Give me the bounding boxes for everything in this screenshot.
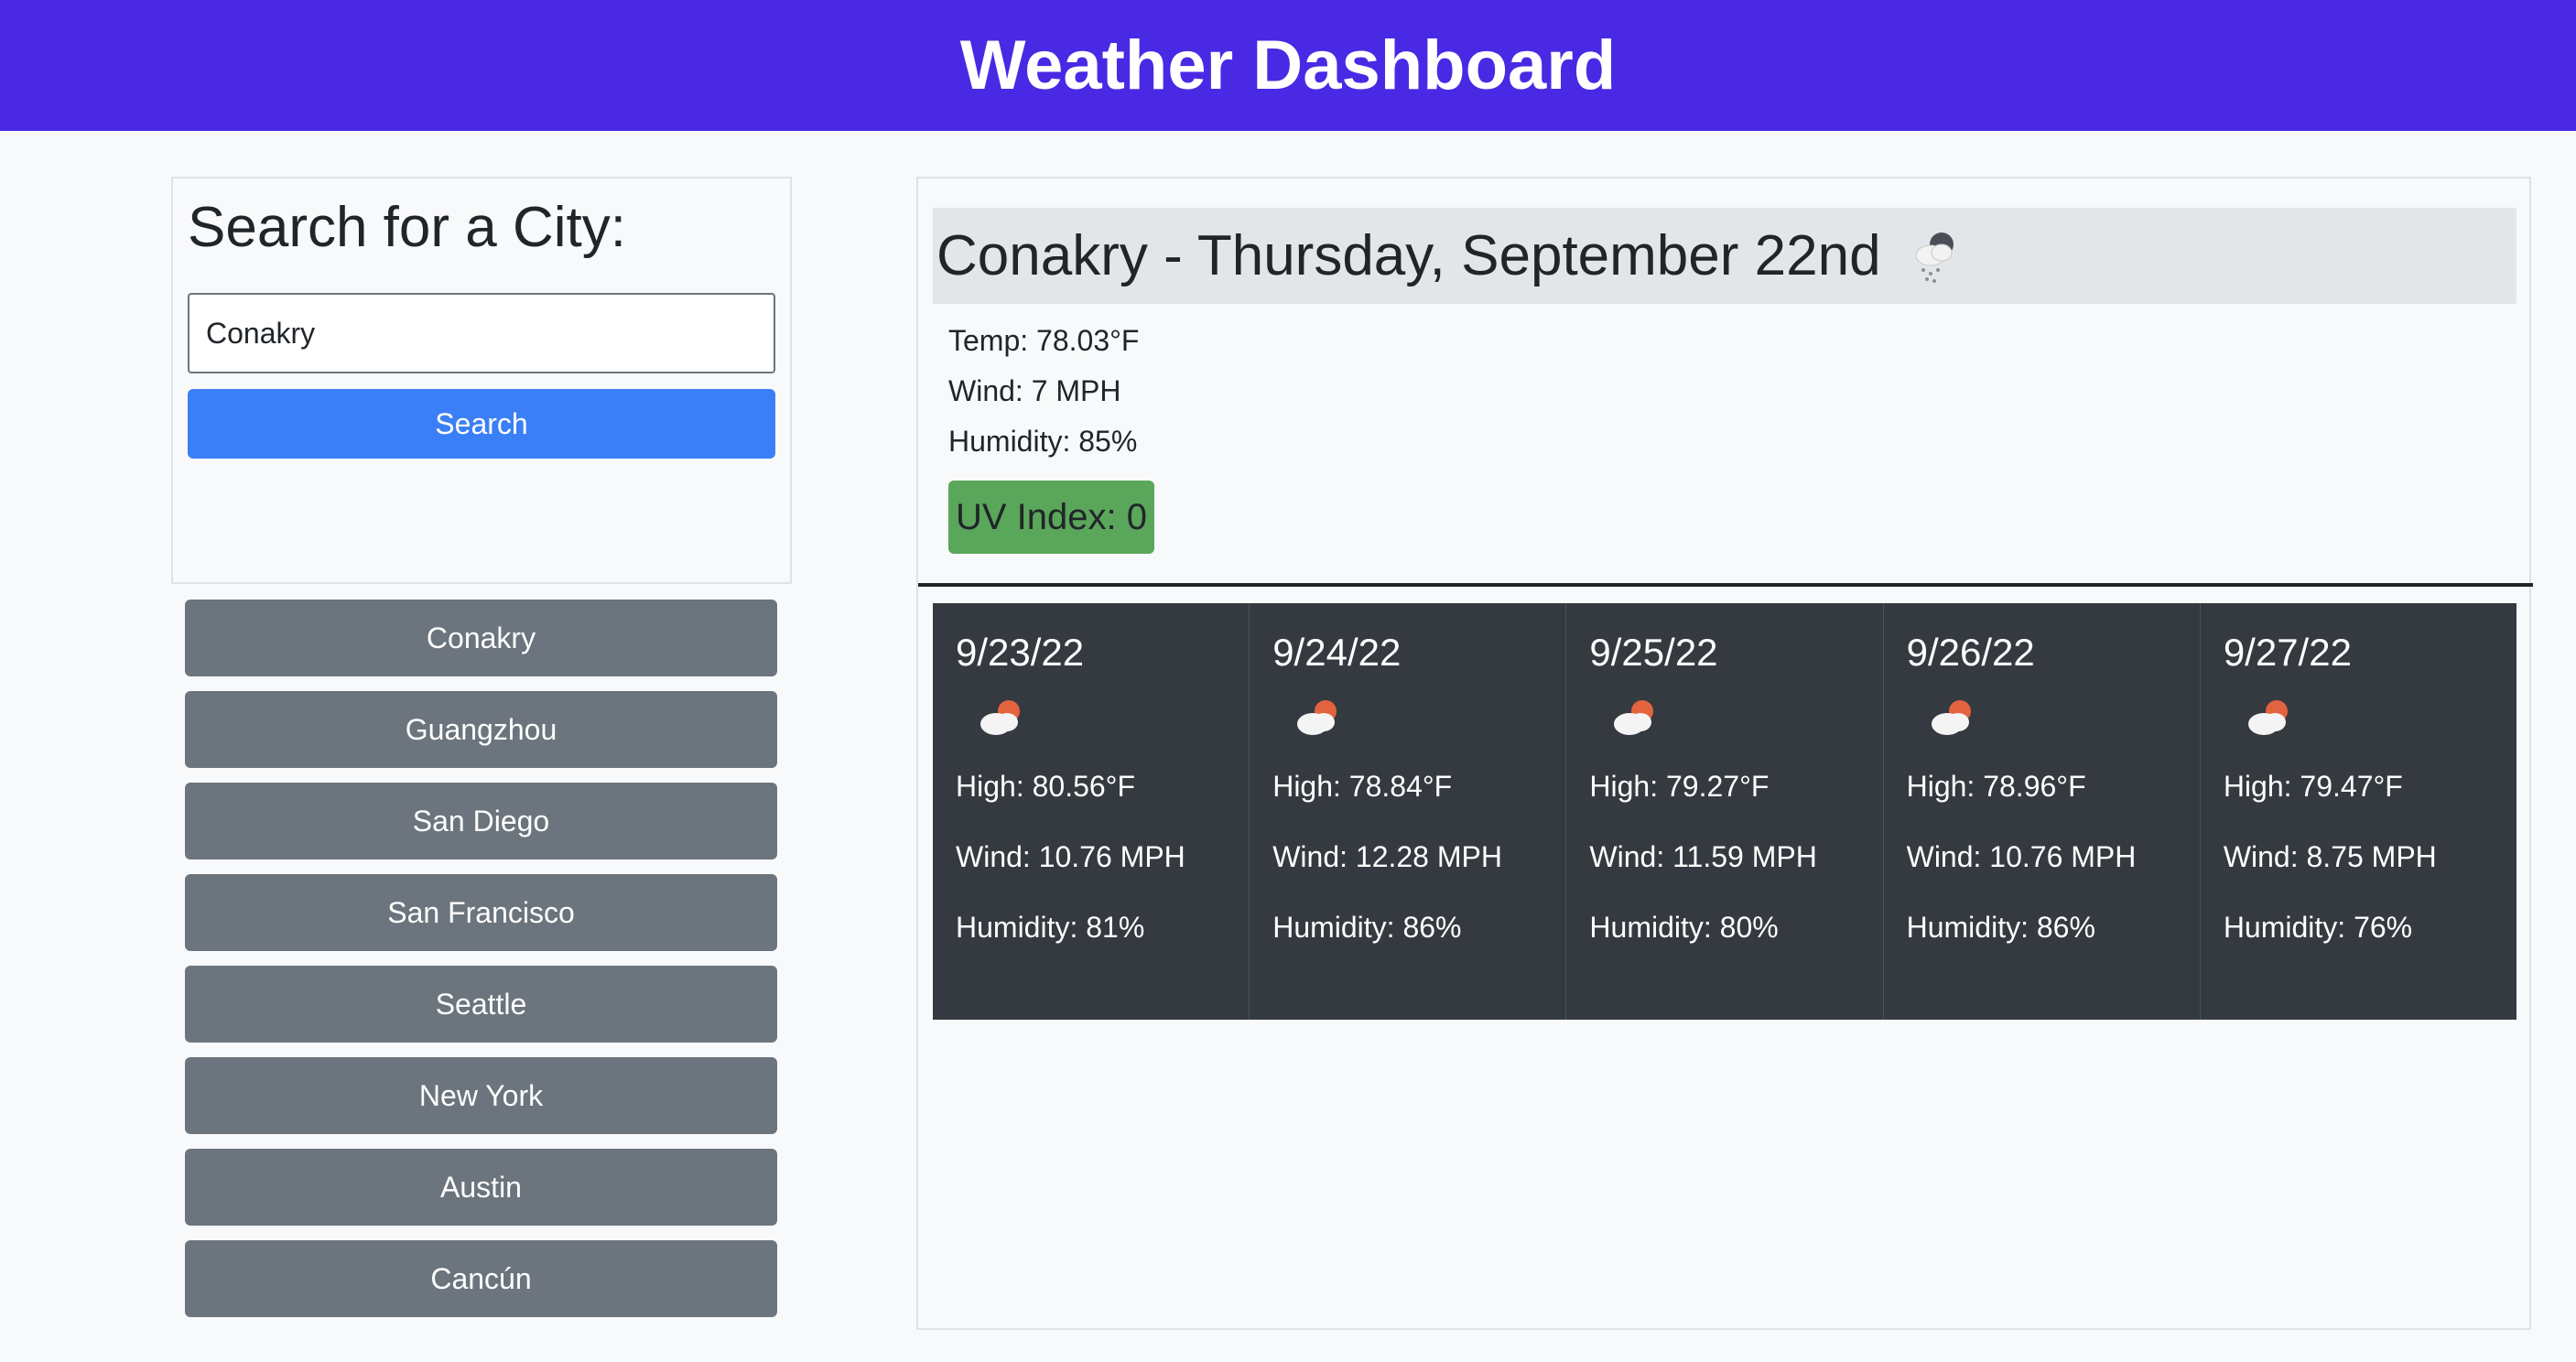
current-humidity: Humidity: 85% [948,425,1138,458]
history-button-seattle[interactable]: Seattle [185,966,777,1043]
current-weather-header: Conakry - Thursday, September 22nd [933,208,2516,304]
history-button-new-york[interactable]: New York [185,1057,777,1134]
forecast-card: 9/26/22 High: 78.96°F Wind: 10.76 MPH Hu… [1884,603,2201,1020]
forecast-date: 9/24/22 [1272,631,1402,674]
partly-cloudy-icon [1297,700,1337,735]
current-wind: Wind: 7 MPH [948,374,1121,407]
history-button-san-francisco[interactable]: San Francisco [185,874,777,951]
forecast-card: 9/27/22 High: 79.47°F Wind: 8.75 MPH Hum… [2201,603,2516,1020]
forecast-humidity: Humidity: 76% [2223,911,2413,944]
partly-cloudy-icon [2247,700,2288,735]
forecast-wind: Wind: 12.28 MPH [1272,840,1502,873]
current-temp: Temp: 78.03°F [948,324,1140,357]
forecast-date: 9/25/22 [1589,631,1718,674]
forecast-card: 9/23/22 High: 80.56°F Wind: 10.76 MPH Hu… [933,603,1250,1020]
snow-cloud-icon [1915,232,1954,283]
search-history: Conakry Guangzhou San Diego San Francisc… [185,600,777,1332]
forecast-card: 9/24/22 High: 78.84°F Wind: 12.28 MPH Hu… [1250,603,1567,1020]
app-header: Weather Dashboard [0,0,2576,131]
forecast-humidity: Humidity: 86% [1906,911,2095,944]
history-button-san-diego[interactable]: San Diego [185,783,777,859]
section-divider [918,583,2533,587]
weather-panel: Conakry - Thursday, September 22nd Temp:… [916,177,2533,1330]
forecast-date: 9/23/22 [956,631,1085,674]
search-card: Search for a City: Search [171,177,792,584]
search-button[interactable]: Search [188,389,775,459]
forecast-humidity: Humidity: 80% [1589,911,1779,944]
forecast-humidity: Humidity: 81% [956,911,1145,944]
forecast-wind: Wind: 11.59 MPH [1589,840,1817,873]
search-title: Search for a City: [188,196,626,259]
partly-cloudy-icon [980,700,1020,735]
history-button-cancun[interactable]: Cancún [185,1240,777,1317]
forecast-high: High: 80.56°F [956,770,1136,803]
page-title: Weather Dashboard [959,27,1617,104]
partly-cloudy-icon [1614,700,1654,735]
forecast-high: High: 79.27°F [1589,770,1770,803]
partly-cloudy-icon [1931,700,1971,735]
forecast-wind: Wind: 10.76 MPH [1906,840,2137,873]
uv-index-badge: UV Index: 0 [948,481,1155,554]
current-city-date: Conakry - Thursday, September 22nd [936,224,1881,287]
forecast-wind: Wind: 10.76 MPH [956,840,1185,873]
history-button-austin[interactable]: Austin [185,1149,777,1226]
forecast-high: High: 79.47°F [2223,770,2403,803]
search-input[interactable] [188,293,775,373]
forecast-card: 9/25/22 High: 79.27°F Wind: 11.59 MPH Hu… [1566,603,1884,1020]
forecast-date: 9/26/22 [1906,631,2035,674]
forecast-wind: Wind: 8.75 MPH [2223,840,2437,873]
forecast-humidity: Humidity: 86% [1272,911,1462,944]
five-day-forecast: 9/23/22 High: 80.56°F Wind: 10.76 MPH Hu… [933,603,2516,1020]
history-button-guangzhou[interactable]: Guangzhou [185,691,777,768]
current-details: Temp: 78.03°F Wind: 7 MPH Humidity: 85% [948,316,1139,467]
forecast-date: 9/27/22 [2223,631,2352,674]
forecast-high: High: 78.96°F [1906,770,2086,803]
history-button-conakry[interactable]: Conakry [185,600,777,676]
forecast-high: High: 78.84°F [1272,770,1453,803]
